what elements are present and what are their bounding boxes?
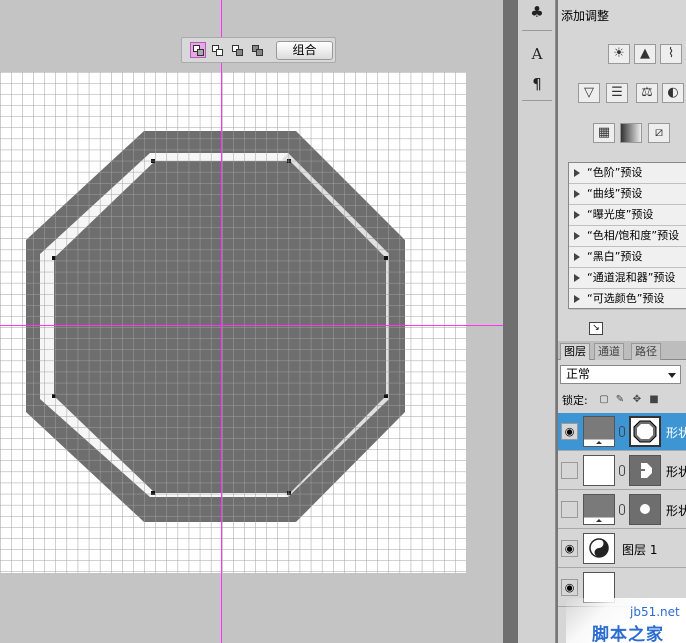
layers-panel-tabs: 图层 通道 路径 <box>558 341 686 360</box>
layer-name: 形状 <box>666 504 686 518</box>
expand-triangle-icon <box>574 295 580 303</box>
watermark-text: 脚本之家 <box>592 625 664 643</box>
combine-button[interactable]: 组合 <box>276 41 333 60</box>
curves-icon[interactable]: ⌇ <box>660 44 682 64</box>
expand-triangle-icon <box>574 253 580 261</box>
link-icon <box>619 504 625 515</box>
grid-overlay <box>0 72 466 573</box>
path-combine-toolbar: 组合 <box>181 37 336 63</box>
layer-row[interactable]: ◉ 形状 <box>558 491 686 529</box>
document-workspace: 组合 <box>0 0 503 643</box>
adjustments-title: 添加调整 <box>561 9 610 23</box>
lock-all-icon[interactable]: ■ <box>648 394 660 406</box>
levels-icon[interactable]: ▲ <box>634 44 656 64</box>
layer-row[interactable]: ◉ 图层 1 <box>558 530 686 568</box>
preset-exposure[interactable]: “曝光度”预设 <box>569 205 686 226</box>
preset-levels[interactable]: “色阶”预设 <box>569 163 686 184</box>
vector-mask-thumbnail[interactable] <box>629 455 661 486</box>
exclude-overlap-icon[interactable] <box>249 42 265 58</box>
expand-triangle-icon <box>574 274 580 282</box>
character-icon[interactable]: A <box>527 44 547 64</box>
layer-thumbnail <box>583 416 615 447</box>
vibrance-icon[interactable]: ▽ <box>578 83 600 103</box>
lock-label: 锁定: <box>562 394 588 407</box>
yin-yang-icon <box>589 538 609 558</box>
layer-row[interactable]: ◉ 形状 <box>558 452 686 490</box>
collapsed-panel-dock: ♣ A ¶ <box>518 0 556 643</box>
link-icon <box>619 465 625 476</box>
tab-layers[interactable]: 图层 <box>560 343 590 360</box>
add-to-shape-icon[interactable] <box>190 42 206 58</box>
subtract-shape-icon[interactable] <box>209 42 225 58</box>
layer-thumbnail <box>583 455 615 486</box>
adjustment-presets-list: “色阶”预设 “曲线”预设 “曝光度”预设 “色相/饱和度”预设 “黑白”预设 … <box>568 162 686 310</box>
notch-mask-icon <box>641 463 652 478</box>
channel-mixer-icon[interactable]: ▦ <box>593 123 615 143</box>
preset-curves[interactable]: “曲线”预设 <box>569 184 686 205</box>
lock-position-icon[interactable]: ✥ <box>631 394 643 406</box>
preset-hue-saturation[interactable]: “色相/饱和度”预设 <box>569 226 686 247</box>
panel-divider-strip[interactable] <box>503 0 518 643</box>
watermark-url: jb51.net <box>630 605 680 619</box>
layer-name: 形状 <box>666 426 686 440</box>
octagon-mask-icon <box>633 420 657 443</box>
expand-triangle-icon <box>574 190 580 198</box>
vertical-guide[interactable] <box>221 0 222 643</box>
blend-mode-select[interactable]: 正常 <box>560 365 681 384</box>
chevron-down-icon <box>668 373 676 378</box>
preset-selective-color[interactable]: “可选颜色”预设 <box>569 289 686 310</box>
layer-name: 形状 <box>666 465 686 479</box>
expand-triangle-icon <box>574 169 580 177</box>
lock-transparent-icon[interactable]: ▢ <box>598 394 610 406</box>
visibility-eye-icon[interactable]: ◉ <box>561 540 578 557</box>
document-canvas[interactable] <box>0 72 466 573</box>
layer-thumbnail <box>583 533 615 564</box>
tab-channels[interactable]: 通道 <box>594 343 624 360</box>
visibility-eye-icon[interactable]: ◉ <box>561 501 578 518</box>
intersect-shape-icon[interactable] <box>229 42 245 58</box>
layer-thumbnail <box>583 494 615 525</box>
circle-mask-icon <box>640 504 650 514</box>
horizontal-guide[interactable] <box>0 325 503 326</box>
vector-mask-thumbnail[interactable] <box>629 494 661 525</box>
color-balance-icon[interactable]: ⚖ <box>636 83 658 103</box>
hue-saturation-icon[interactable]: ☰ <box>606 83 628 103</box>
photo-filter-icon[interactable]: ◐ <box>662 83 684 103</box>
preset-channel-mixer[interactable]: “通道混和器”预设 <box>569 268 686 289</box>
expand-triangle-icon <box>574 232 580 240</box>
layer-row[interactable]: ◉ 形状 <box>558 413 686 451</box>
clone-stamp-icon[interactable]: ♣ <box>527 2 547 22</box>
brightness-icon[interactable]: ☀ <box>608 44 630 64</box>
visibility-eye-icon[interactable]: ◉ <box>561 462 578 479</box>
reset-panel-icon[interactable]: ↘ <box>589 322 603 335</box>
link-icon <box>619 426 625 437</box>
visibility-eye-icon[interactable]: ◉ <box>561 423 578 440</box>
vector-mask-thumbnail[interactable] <box>629 416 661 447</box>
adjustments-panel: 添加调整 ☀ ▲ ⌇ ▽ ☰ ⚖ ◐ ▦ ⧄ “色阶”预设 “曲线”预设 “曝光… <box>558 0 686 341</box>
layer-name: 图层 1 <box>622 543 658 557</box>
expand-triangle-icon <box>574 211 580 219</box>
visibility-eye-icon[interactable]: ◉ <box>561 579 578 596</box>
preset-black-white[interactable]: “黑白”预设 <box>569 247 686 268</box>
threshold-icon[interactable]: ⧄ <box>648 123 670 143</box>
gradient-map-icon[interactable] <box>620 123 642 143</box>
paragraph-icon[interactable]: ¶ <box>527 74 547 94</box>
tab-paths[interactable]: 路径 <box>631 343 661 360</box>
lock-pixels-icon[interactable]: ✎ <box>614 394 626 406</box>
